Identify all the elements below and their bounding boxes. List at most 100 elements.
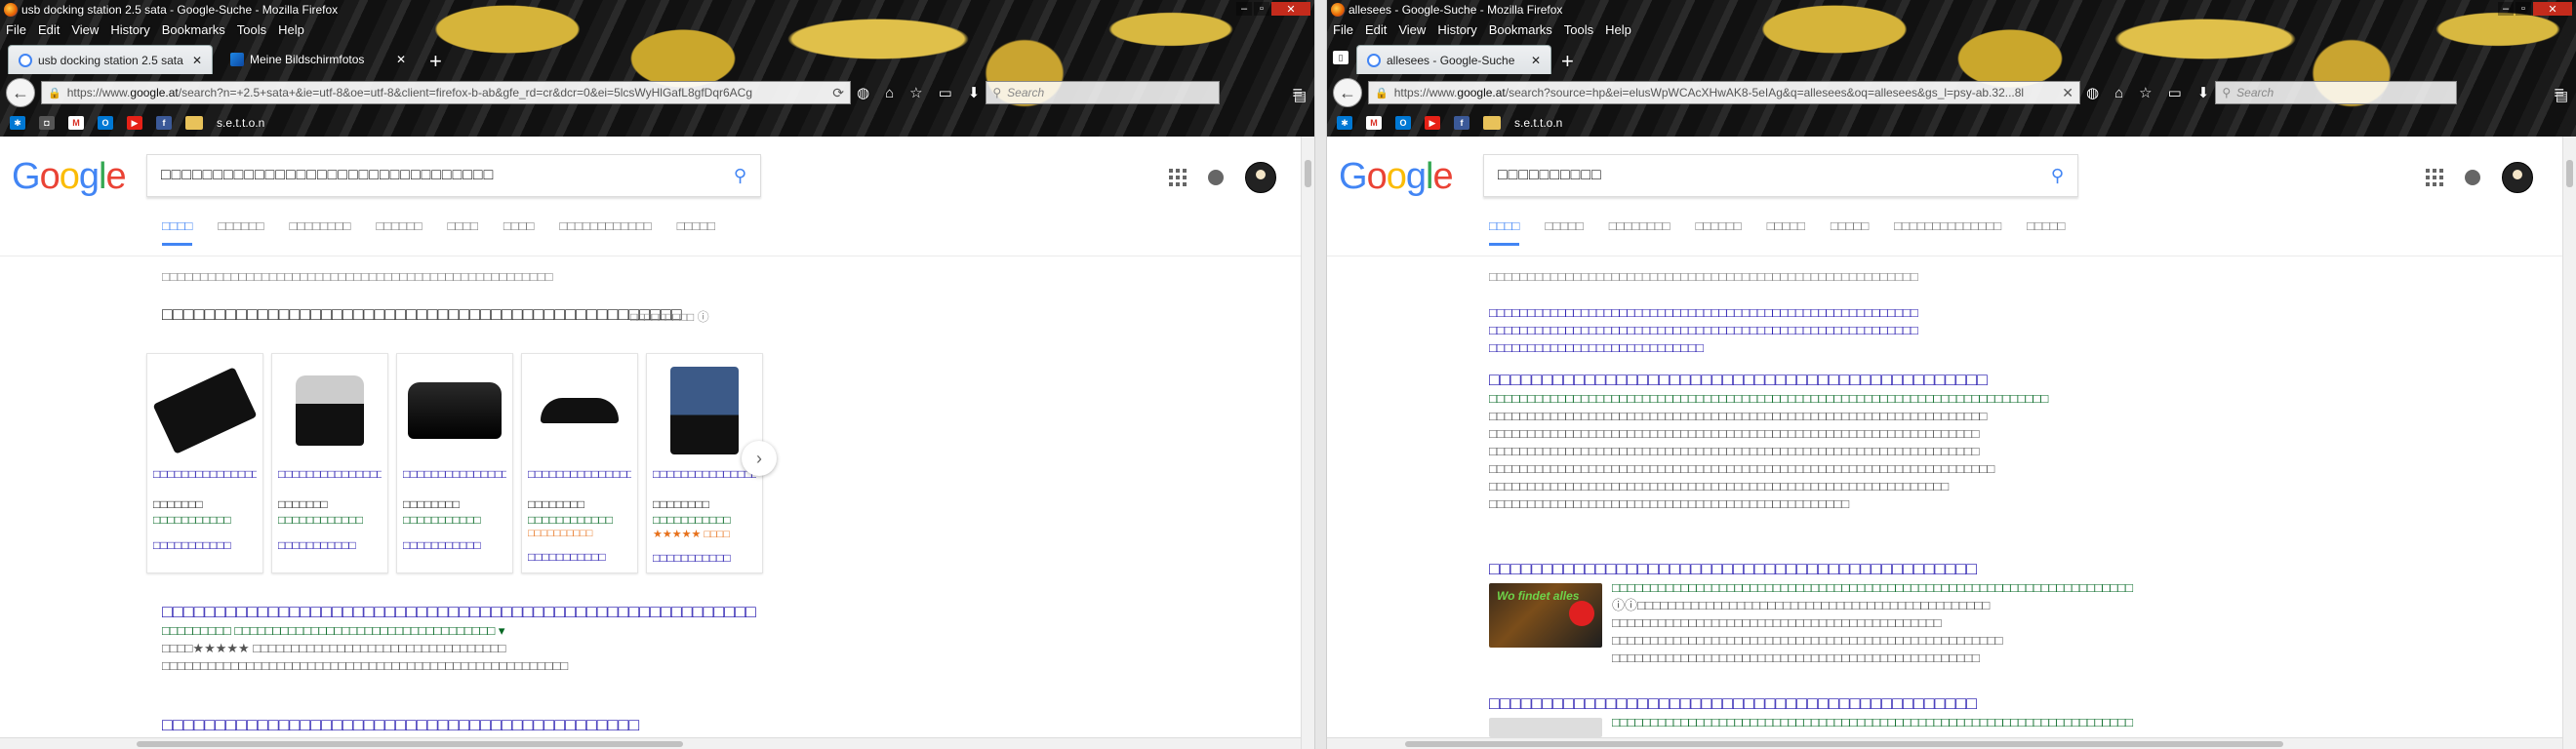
gmail-icon[interactable]: M [68, 116, 84, 130]
result-url[interactable]: □□□□□□□□□□□□□□□□□□□□□□□□□□□□□□□□□□□□□□□□… [1612, 579, 2236, 597]
facebook-icon[interactable]: f [156, 116, 172, 130]
shopping-card[interactable]: □□□□□□□□□□□□□□□□ □□□□□□□□ □□□□□□□□□□□ □□… [396, 353, 513, 573]
hamburger-menu-icon[interactable]: ≡ [1292, 83, 1308, 103]
product-title[interactable]: □□□□□□□□□□□□□□□□ [403, 467, 506, 496]
notifications-icon[interactable] [1208, 170, 1224, 185]
bookmark-star-icon[interactable]: ☆ [909, 84, 922, 101]
tab-tools[interactable]: □□□□□ [677, 218, 715, 246]
menu-bookmarks[interactable]: Bookmarks [1489, 22, 1552, 37]
google-logo[interactable]: Google [1339, 156, 1454, 198]
clipboard-icon[interactable]: ▭ [2168, 84, 2182, 101]
search-icon[interactable]: ⚲ [2051, 166, 2064, 186]
bookmark-folder-label[interactable]: s.e.t.t.o.n [217, 116, 264, 130]
extension-icon[interactable]: ◍ [857, 84, 869, 101]
did-you-mean-line[interactable]: □□□□□□□□□□□□□□□□□□□□□□□□□□□□ [1489, 339, 2074, 357]
tab-images[interactable]: □□□□□□□□ [290, 218, 351, 246]
back-button[interactable]: ← [1333, 78, 1362, 107]
tab-all[interactable]: □□□□ [162, 218, 193, 246]
tab-settings[interactable]: □□□□□□□□□□□□ [559, 218, 651, 246]
did-you-mean-line[interactable]: □□□□□□□□□□□□□□□□□□□□□□□□□□□□□□□□□□□□□□□□… [1489, 322, 2074, 339]
tab-images[interactable]: □□□□□ [1545, 218, 1583, 246]
menu-tools[interactable]: Tools [1564, 22, 1593, 37]
tab-screenshots[interactable]: Meine Bildschirmfotos ✕ [221, 45, 416, 74]
folder-icon[interactable] [185, 116, 203, 130]
search-bar[interactable]: ⚲ Search [986, 81, 1221, 104]
reload-icon[interactable]: ✕ [2062, 85, 2073, 101]
tab-news[interactable]: □□□□ [448, 218, 478, 246]
product-extra[interactable]: □□□□□□□□□□□ [278, 537, 382, 553]
home-icon[interactable]: ⌂ [2114, 85, 2123, 101]
menu-bookmarks[interactable]: Bookmarks [162, 22, 225, 37]
product-title[interactable]: □□□□□□□□□□□□□□□□□□ [528, 467, 631, 496]
shopping-card[interactable]: □□□□□□□□□□□□□□□ □□□ □□□□□ □□□ □□□□□□□□□ □□□… [521, 353, 638, 573]
sponsored-label[interactable]: □□□□□□□□□ ⓘ [630, 308, 709, 325]
carousel-next-button[interactable]: › [742, 441, 777, 476]
product-title[interactable]: □□□□□□□□□□□□□□□□□□ [278, 467, 382, 496]
product-title[interactable]: □□□□□□□□□□□□□□□□ [653, 467, 756, 496]
outlook-icon[interactable]: O [1395, 116, 1411, 130]
horizontal-scrollbar[interactable] [1327, 737, 2562, 749]
product-extra[interactable]: □□□□□□□□□□□ [403, 537, 506, 553]
clipboard-icon[interactable]: ▭ [939, 84, 952, 101]
tab-videos[interactable]: □□□□□□ [1696, 218, 1742, 246]
google-search-input[interactable]: □□□□□□□□□□□□□□□□□□□□□□□□□□□□□□□□ ⚲ [146, 154, 761, 197]
menu-file[interactable]: File [1333, 22, 1353, 37]
product-title[interactable]: □□□□□□□□□□□□□□□□ [153, 467, 257, 496]
bookmark-folder-label[interactable]: s.e.t.t.o.n [1514, 116, 1562, 130]
menu-file[interactable]: File [6, 22, 26, 37]
product-extra[interactable]: □□□□□□□□□□□ [153, 537, 257, 553]
menu-edit[interactable]: Edit [38, 22, 60, 37]
bookmark-icon[interactable]: ✱ [1337, 116, 1352, 130]
tab-settings[interactable]: □□□□□□□□□□□□□□ [1894, 218, 2001, 246]
close-window-button[interactable]: ✕ [1271, 2, 1310, 16]
result-title[interactable]: □□□□□□□□□□□□□□□□□□□□□□□□□□□□□□□□□□□□□□□□… [1489, 692, 2231, 714]
url-bar[interactable]: 🔒 https://www.google.at/search?source=hp… [1368, 81, 2080, 104]
extension-icon[interactable]: ◍ [2086, 84, 2099, 101]
result-title[interactable]: □□□□□□□□□□□□□□□□□□□□□□□□□□□□□□□□□□□□□□□□… [162, 714, 747, 735]
menu-history[interactable]: History [110, 22, 149, 37]
avatar[interactable] [2502, 162, 2533, 193]
google-logo[interactable]: Google [12, 156, 127, 198]
menu-view[interactable]: View [1398, 22, 1426, 37]
result-url[interactable]: □□□□□□□□□□□□□□□□□□□□□□□□□□□□□□□□□□□□□□□□… [1489, 390, 2231, 408]
reload-icon[interactable]: ⟳ [832, 85, 844, 101]
folder-icon[interactable] [1483, 116, 1501, 130]
url-bar[interactable]: 🔒 https://www.google.at/search?n=+2.5+sa… [41, 81, 851, 104]
minimize-button[interactable]: – [1236, 2, 1252, 16]
minimize-button[interactable]: – [2498, 2, 2514, 16]
result-title[interactable]: □□□□□□□□□□□□□□□□□□□□□□□□□□□□□□□□□□□□□□□□… [1489, 558, 2231, 579]
tab-news[interactable]: □□□□□ [1767, 218, 1805, 246]
page-icon[interactable]: ▯ [1333, 51, 1348, 64]
shopping-heading[interactable]: □□□□□□□□□□□□□□□□□□□□□□□□□□□□□□□□□□□□□□□□… [162, 304, 682, 324]
menu-history[interactable]: History [1437, 22, 1476, 37]
result-title[interactable]: □□□□□□□□□□□□□□□□□□□□□□□□□□□□□□□□□□□□□□□□… [162, 601, 756, 622]
result-thumbnail[interactable] [1489, 718, 1602, 737]
vertical-scrollbar[interactable] [1301, 137, 1314, 749]
vertical-scrollbar[interactable] [2562, 137, 2576, 749]
menu-edit[interactable]: Edit [1365, 22, 1387, 37]
new-tab-button[interactable]: + [429, 49, 442, 74]
horizontal-scrollbar[interactable] [0, 737, 1301, 749]
menu-view[interactable]: View [71, 22, 99, 37]
facebook-icon[interactable]: f [1454, 116, 1469, 130]
bookmark-icon[interactable]: ◘ [39, 116, 55, 130]
back-button[interactable]: ← [6, 78, 35, 107]
new-tab-button[interactable]: + [1561, 49, 1574, 74]
tab-shopping[interactable]: □□□□□□ [218, 218, 263, 246]
close-tab-icon[interactable]: ✕ [396, 53, 406, 66]
bookmark-star-icon[interactable]: ☆ [2139, 84, 2152, 101]
shopping-card[interactable]: □□□□□□□□□□□□□□□□ □□□□□□□ □□□□□□□□□□□ □□□… [146, 353, 263, 573]
did-you-mean-line[interactable]: □□□□□□□□□□□□□□□□□□□□□□□□□□□□□□□□□□□□□□□□… [1489, 304, 2074, 322]
apps-grid-icon[interactable] [2426, 169, 2443, 186]
menu-help[interactable]: Help [278, 22, 304, 37]
tab-maps[interactable]: □□□□□□□□ [1609, 218, 1670, 246]
tab-google-search[interactable]: allesees - Google-Suche ✕ [1356, 45, 1551, 74]
youtube-icon[interactable]: ▶ [127, 116, 142, 130]
menu-tools[interactable]: Tools [237, 22, 266, 37]
outlook-icon[interactable]: O [98, 116, 113, 130]
download-icon[interactable]: ⬇ [2197, 84, 2210, 101]
close-tab-icon[interactable]: ✕ [192, 54, 202, 67]
tab-more[interactable]: □□□□ [503, 218, 534, 246]
close-window-button[interactable]: ✕ [2533, 2, 2572, 16]
tab-google-search[interactable]: usb docking station 2.5 sata ✕ [8, 45, 213, 74]
